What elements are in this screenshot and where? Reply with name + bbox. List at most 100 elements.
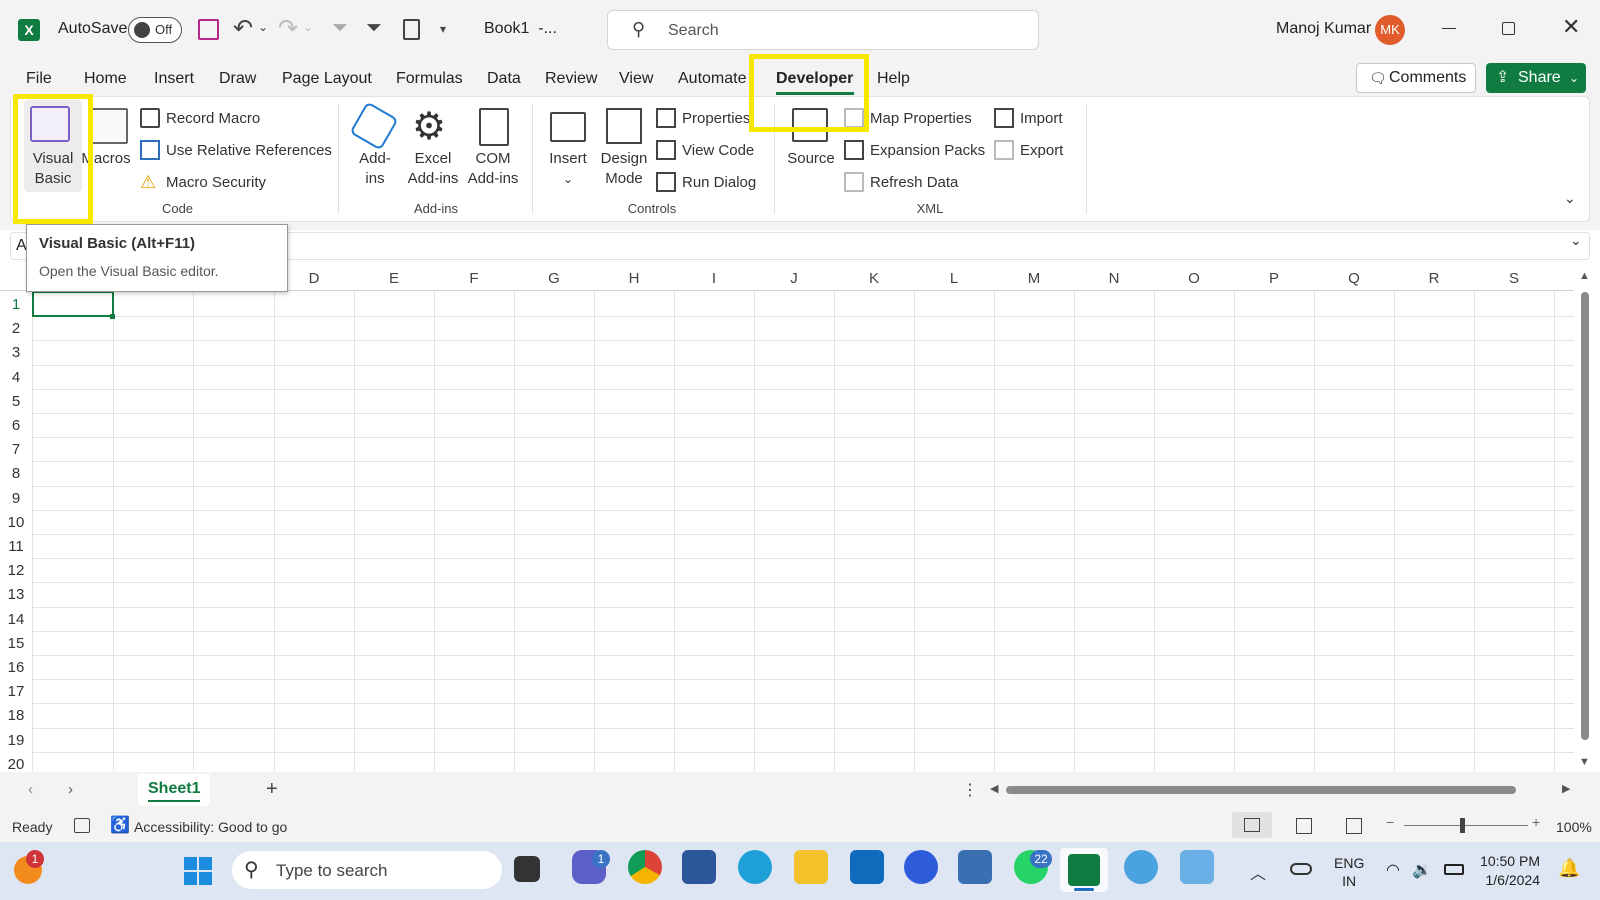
row-header-7[interactable]: 7 xyxy=(0,438,32,462)
chrome-icon[interactable] xyxy=(628,850,662,884)
save-icon[interactable] xyxy=(198,19,219,40)
show-hidden-icons[interactable]: ︿ xyxy=(1250,860,1266,884)
com-addins-button[interactable]: COM Add-ins xyxy=(464,149,522,189)
tab-review[interactable]: Review xyxy=(545,70,597,88)
expansion-packs-button[interactable]: Expansion Packs xyxy=(844,138,985,162)
run-dialog-button[interactable]: Run Dialog xyxy=(656,170,756,194)
more-options-icon[interactable]: ⋮ xyxy=(962,780,978,800)
import-button[interactable]: Import xyxy=(994,106,1063,130)
page-break-view-icon[interactable] xyxy=(1346,818,1362,834)
sheet-tab[interactable]: Sheet1 xyxy=(138,774,210,806)
share-button[interactable]: ⇪ Share ⌄ xyxy=(1486,63,1586,93)
column-header-s[interactable]: S xyxy=(1474,267,1554,291)
battery-icon[interactable] xyxy=(1444,864,1464,875)
notepad-icon[interactable] xyxy=(1180,850,1214,884)
excel-addins-button[interactable]: Excel Add-ins xyxy=(404,149,462,189)
zoom-level[interactable]: 100% xyxy=(1556,819,1592,835)
column-header-l[interactable]: L xyxy=(914,267,994,291)
minimize-icon[interactable] xyxy=(1442,28,1456,29)
form-icon[interactable] xyxy=(403,19,420,40)
page-layout-view-icon[interactable] xyxy=(1296,818,1312,834)
scroll-up-icon[interactable]: ▲ xyxy=(1579,270,1590,282)
horizontal-scrollbar[interactable]: ◀ ▶ xyxy=(990,782,1574,798)
tab-view[interactable]: View xyxy=(619,70,653,88)
normal-view-button[interactable] xyxy=(1232,812,1272,838)
record-macro-button[interactable]: Record Macro xyxy=(140,106,260,130)
tab-insert[interactable]: Insert xyxy=(154,70,194,88)
scroll-left-icon[interactable]: ◀ xyxy=(990,782,998,795)
addins-button[interactable]: Add-ins xyxy=(350,149,400,189)
row-header-2[interactable]: 2 xyxy=(0,317,32,341)
customize-qat-icon[interactable]: ▾ xyxy=(440,22,446,36)
use-relative-references-button[interactable]: Use Relative References xyxy=(140,138,332,162)
row-header-6[interactable]: 6 xyxy=(0,414,32,438)
prev-sheet-icon[interactable]: ‹ xyxy=(28,781,33,798)
formula-bar-expand-icon[interactable]: ⌄ xyxy=(1570,232,1582,249)
zoom-slider-thumb[interactable] xyxy=(1460,818,1465,833)
fill-handle[interactable] xyxy=(110,314,115,319)
row-header-5[interactable]: 5 xyxy=(0,390,32,414)
undo-dropdown-icon[interactable]: ⌄ xyxy=(258,20,268,34)
avatar[interactable]: MK xyxy=(1375,15,1405,45)
row-header-1[interactable]: 1 xyxy=(0,293,32,317)
h-scroll-thumb[interactable] xyxy=(1006,786,1516,794)
column-header-o[interactable]: O xyxy=(1154,267,1234,291)
row-header-9[interactable]: 9 xyxy=(0,487,32,511)
excel-taskbar-button[interactable] xyxy=(1060,848,1108,892)
search-box[interactable]: ⚲ Search xyxy=(607,10,1039,50)
row-header-17[interactable]: 17 xyxy=(0,680,32,704)
undo-icon[interactable]: ↶ xyxy=(233,14,253,43)
accessibility-status[interactable]: Accessibility: Good to go xyxy=(134,819,287,835)
zoom-icon[interactable] xyxy=(904,850,938,884)
design-mode-button[interactable]: Design Mode xyxy=(596,149,652,189)
column-header-f[interactable]: F xyxy=(434,267,514,291)
row-header-8[interactable]: 8 xyxy=(0,462,32,486)
zoom-slider[interactable] xyxy=(1404,825,1528,826)
column-header-r[interactable]: R xyxy=(1394,267,1474,291)
autosave-toggle[interactable]: Off xyxy=(128,17,182,43)
row-header-13[interactable]: 13 xyxy=(0,583,32,607)
language-indicator[interactable]: ENG IN xyxy=(1334,854,1364,890)
document-title[interactable]: Book1 -... xyxy=(484,20,557,38)
row-header-12[interactable]: 12 xyxy=(0,559,32,583)
tab-help[interactable]: Help xyxy=(877,70,910,88)
row-header-19[interactable]: 19 xyxy=(0,729,32,753)
row-header-3[interactable]: 3 xyxy=(0,341,32,365)
properties-button[interactable]: Properties xyxy=(656,106,750,130)
tab-data[interactable]: Data xyxy=(487,70,521,88)
tab-page-layout[interactable]: Page Layout xyxy=(282,70,372,88)
vertical-scrollbar[interactable]: ▲ ▼ xyxy=(1578,270,1592,770)
row-header-14[interactable]: 14 xyxy=(0,608,32,632)
start-icon[interactable] xyxy=(184,857,212,885)
clock[interactable]: 10:50 PM 1/6/2024 xyxy=(1476,852,1540,890)
column-header-k[interactable]: K xyxy=(834,267,914,291)
close-icon[interactable]: ✕ xyxy=(1562,14,1580,40)
volume-icon[interactable]: 🔉 xyxy=(1412,860,1432,880)
next-sheet-icon[interactable]: › xyxy=(68,781,73,798)
comments-button[interactable]: 🗨 Comments xyxy=(1356,63,1476,93)
clear-filter-icon[interactable]: ⏷ xyxy=(332,17,348,40)
photos-icon[interactable] xyxy=(958,850,992,884)
row-header-15[interactable]: 15 xyxy=(0,632,32,656)
row-header-11[interactable]: 11 xyxy=(0,535,32,559)
outlook-icon[interactable] xyxy=(850,850,884,884)
macro-security-button[interactable]: ⚠ Macro Security xyxy=(140,170,266,194)
user-name[interactable]: Manoj Kumar xyxy=(1276,20,1371,38)
source-button[interactable]: Source xyxy=(782,149,840,169)
tab-home[interactable]: Home xyxy=(84,70,127,88)
paint-icon[interactable] xyxy=(1124,850,1158,884)
store-icon[interactable] xyxy=(682,850,716,884)
zoom-out-icon[interactable]: − xyxy=(1386,814,1394,830)
column-header-m[interactable]: M xyxy=(994,267,1074,291)
view-code-button[interactable]: View Code xyxy=(656,138,754,162)
column-header-q[interactable]: Q xyxy=(1314,267,1394,291)
file-explorer-icon[interactable] xyxy=(794,850,828,884)
scroll-down-icon[interactable]: ▼ xyxy=(1579,756,1590,768)
add-sheet-icon[interactable]: + xyxy=(266,778,278,801)
column-header-n[interactable]: N xyxy=(1074,267,1154,291)
tab-automate[interactable]: Automate xyxy=(678,70,746,88)
notification-center-icon[interactable]: 🔔 xyxy=(1558,858,1580,879)
collapse-ribbon-icon[interactable]: ⌄ xyxy=(1564,190,1576,207)
task-view-icon[interactable] xyxy=(514,856,540,882)
scroll-right-icon[interactable]: ▶ xyxy=(1562,782,1570,795)
